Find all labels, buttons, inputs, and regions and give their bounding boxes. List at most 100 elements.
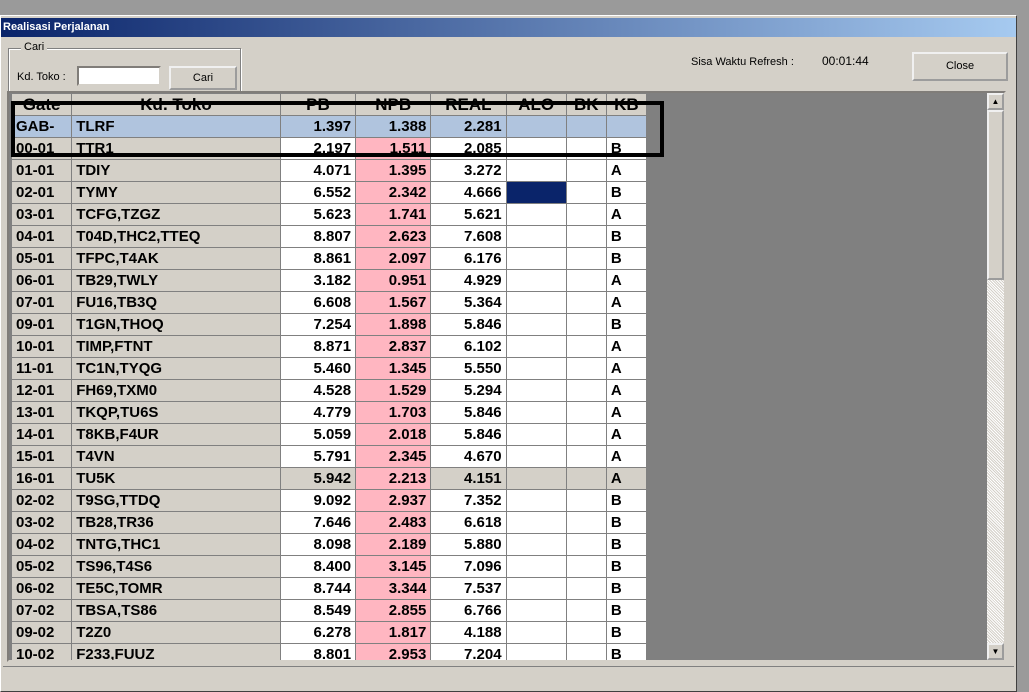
cell-gate: 02-01 (10, 181, 73, 204)
cell-gate: 03-02 (10, 511, 73, 534)
cell-kd-toko: T8KB,F4UR (71, 423, 281, 446)
cell-pb: 6.552 (279, 181, 357, 204)
cell-kb: B (605, 643, 648, 660)
cell-real: 5.846 (430, 401, 507, 424)
cell-gate: 12-01 (10, 379, 73, 402)
cell-pb: 4.528 (279, 379, 357, 402)
table-row[interactable]: 12-01 FH69,TXM0 4.528 1.529 5.294 A (10, 379, 648, 402)
cell-alo (505, 555, 567, 578)
cell-kb: B (605, 247, 648, 270)
cell-real: 6.766 (430, 599, 507, 622)
cell-alo (505, 577, 567, 600)
cell-kb: B (605, 511, 648, 534)
cell-real: 5.846 (430, 423, 507, 446)
cell-alo (505, 181, 567, 204)
scroll-down-arrow-icon[interactable]: ▼ (987, 643, 1004, 660)
table-row[interactable]: 11-01 TC1N,TYQG 5.460 1.345 5.550 A (10, 357, 648, 380)
cell-gate: 01-01 (10, 159, 73, 182)
cell-bk (565, 247, 607, 270)
cell-gate: 13-01 (10, 401, 73, 424)
table-row[interactable]: 05-02 TS96,T4S6 8.400 3.145 7.096 B (10, 555, 648, 578)
table-row[interactable]: 01-01 TDIY 4.071 1.395 3.272 A (10, 159, 648, 182)
table-row[interactable]: 02-01 TYMY 6.552 2.342 4.666 B (10, 181, 648, 204)
cell-kb: B (605, 621, 648, 644)
cell-kd-toko: TC1N,TYQG (71, 357, 281, 380)
cell-real: 4.188 (430, 621, 507, 644)
cell-npb: 2.018 (355, 423, 432, 446)
cell-alo (505, 621, 567, 644)
cell-npb: 2.189 (355, 533, 432, 556)
cell-npb: 2.855 (355, 599, 432, 622)
cell-pb: 7.254 (279, 313, 357, 336)
scroll-thumb[interactable] (987, 110, 1004, 280)
table-row[interactable]: 10-01 TIMP,FTNT 8.871 2.837 6.102 A (10, 335, 648, 358)
cell-bk (565, 225, 607, 248)
cell-bk (565, 555, 607, 578)
table-row[interactable]: 09-01 T1GN,THOQ 7.254 1.898 5.846 B (10, 313, 648, 336)
cell-pb: 9.092 (279, 489, 357, 512)
cell-bk (565, 379, 607, 402)
data-grid[interactable]: Gate Kd. Toko PB NPB REAL ALO BK KB GAB-… (7, 91, 1006, 662)
cell-real: 5.364 (430, 291, 507, 314)
vertical-scrollbar[interactable]: ▲ ▼ (987, 93, 1004, 660)
cell-real: 5.846 (430, 313, 507, 336)
table-row[interactable]: 07-02 TBSA,TS86 8.549 2.855 6.766 B (10, 599, 648, 622)
cell-alo (505, 313, 567, 336)
table-row[interactable]: 03-01 TCFG,TZGZ 5.623 1.741 5.621 A (10, 203, 648, 226)
table-row[interactable]: 09-02 T2Z0 6.278 1.817 4.188 B (10, 621, 648, 644)
cell-pb: 5.059 (279, 423, 357, 446)
kd-toko-input[interactable] (77, 66, 161, 86)
cell-real: 7.537 (430, 577, 507, 600)
cell-pb: 7.646 (279, 511, 357, 534)
table-row[interactable]: 06-02 TE5C,TOMR 8.744 3.344 7.537 B (10, 577, 648, 600)
table-row[interactable]: 15-01 T4VN 5.791 2.345 4.670 A (10, 445, 648, 468)
close-button[interactable]: Close (912, 52, 1008, 81)
table-row[interactable]: 14-01 T8KB,F4UR 5.059 2.018 5.846 A (10, 423, 648, 446)
cell-real: 3.272 (430, 159, 507, 182)
cell-npb: 2.623 (355, 225, 432, 248)
cell-alo (505, 489, 567, 512)
cell-kb: B (605, 181, 648, 204)
cell-gate: 09-02 (10, 621, 73, 644)
cell-kb: B (605, 555, 648, 578)
table-row[interactable]: 10-02 F233,FUUZ 8.801 2.953 7.204 B (10, 643, 648, 660)
cell-kd-toko: TE5C,TOMR (71, 577, 281, 600)
table-row[interactable]: 03-02 TB28,TR36 7.646 2.483 6.618 B (10, 511, 648, 534)
cell-kd-toko: TKQP,TU6S (71, 401, 281, 424)
cell-gate: 06-01 (10, 269, 73, 292)
cell-kb: A (605, 203, 648, 226)
cell-npb: 1.567 (355, 291, 432, 314)
cell-kd-toko: FU16,TB3Q (71, 291, 281, 314)
cell-real: 7.204 (430, 643, 507, 660)
cell-pb: 8.801 (279, 643, 357, 660)
cell-alo (505, 511, 567, 534)
table-row[interactable]: 13-01 TKQP,TU6S 4.779 1.703 5.846 A (10, 401, 648, 424)
cell-pb: 4.071 (279, 159, 357, 182)
cell-kd-toko: TBSA,TS86 (71, 599, 281, 622)
table-row[interactable]: 06-01 TB29,TWLY 3.182 0.951 4.929 A (10, 269, 648, 292)
table-row[interactable]: 04-01 T04D,THC2,TTEQ 8.807 2.623 7.608 B (10, 225, 648, 248)
cell-gate: 07-01 (10, 291, 73, 314)
cell-bk (565, 357, 607, 380)
cell-bk (565, 621, 607, 644)
cell-alo (505, 291, 567, 314)
cell-bk (565, 599, 607, 622)
cell-pb: 8.549 (279, 599, 357, 622)
cell-pb: 8.861 (279, 247, 357, 270)
cell-kb: A (605, 467, 648, 490)
table-row[interactable]: 02-02 T9SG,TTDQ 9.092 2.937 7.352 B (10, 489, 648, 512)
cell-alo (505, 357, 567, 380)
cell-npb: 2.937 (355, 489, 432, 512)
table-row[interactable]: 16-01 TU5K 5.942 2.213 4.151 A (10, 467, 648, 490)
cell-npb: 2.953 (355, 643, 432, 660)
table-row[interactable]: 05-01 TFPC,T4AK 8.861 2.097 6.176 B (10, 247, 648, 270)
table-row[interactable]: 04-02 TNTG,THC1 8.098 2.189 5.880 B (10, 533, 648, 556)
scroll-up-arrow-icon[interactable]: ▲ (987, 93, 1004, 110)
cell-pb: 8.098 (279, 533, 357, 556)
table-row[interactable]: 07-01 FU16,TB3Q 6.608 1.567 5.364 A (10, 291, 648, 314)
cell-npb: 2.213 (355, 467, 432, 490)
cari-button[interactable]: Cari (169, 66, 237, 90)
cell-npb: 1.395 (355, 159, 432, 182)
cell-npb: 3.145 (355, 555, 432, 578)
cell-kd-toko: T2Z0 (71, 621, 281, 644)
